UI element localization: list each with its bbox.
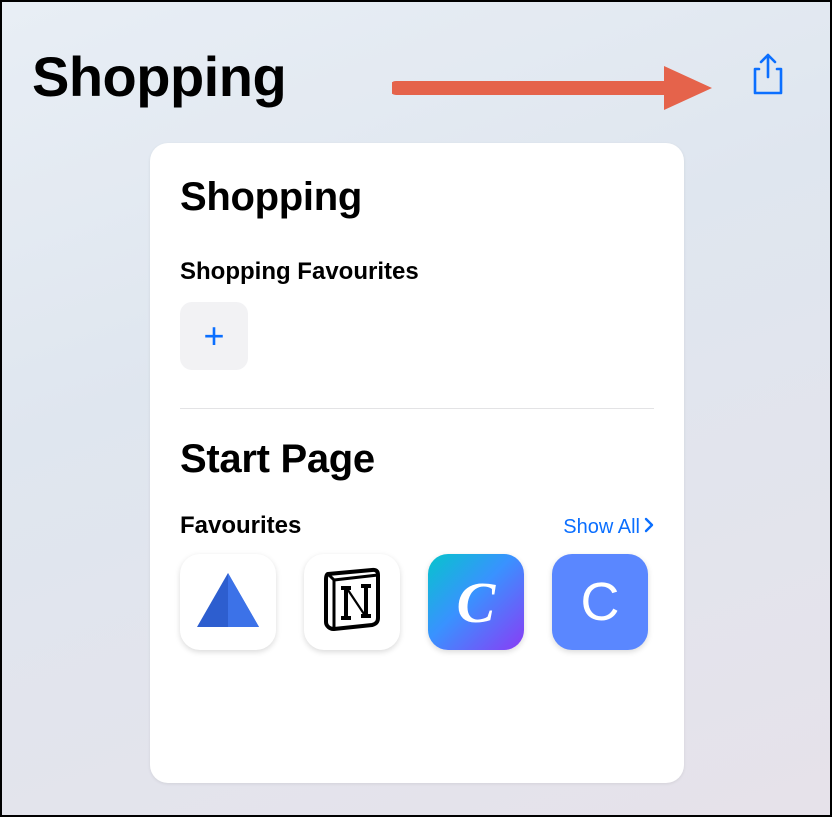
favourite-tile-canva[interactable]: C [428,554,524,650]
page-title: Shopping [32,44,286,109]
show-all-button[interactable]: Show All [563,516,654,539]
favourite-tile-c[interactable]: C [552,554,648,650]
favourites-row-header: Favourites Show All [180,512,654,540]
share-button[interactable] [748,55,788,99]
add-favourite-button[interactable]: + [180,302,248,370]
header-bar: Shopping [2,2,830,143]
shopping-favourites-title: Shopping Favourites [180,258,654,286]
c-icon: C [581,571,620,633]
content-card: Shopping Shopping Favourites + Start Pag… [150,143,684,783]
share-icon [751,53,785,100]
plus-icon: + [203,315,224,357]
notion-icon [314,562,390,643]
chevron-right-icon [644,516,654,539]
canva-icon: C [457,569,496,636]
show-all-label: Show All [563,516,640,539]
favourites-grid: C C [180,554,654,650]
annotation-arrow [392,62,712,114]
triangle-icon [193,565,263,640]
favourite-tile-autodesk[interactable] [180,554,276,650]
section-divider [180,408,654,409]
shopping-section-title: Shopping [180,175,654,220]
start-page-title: Start Page [180,437,654,482]
favourites-subtitle: Favourites [180,512,301,540]
favourite-tile-notion[interactable] [304,554,400,650]
